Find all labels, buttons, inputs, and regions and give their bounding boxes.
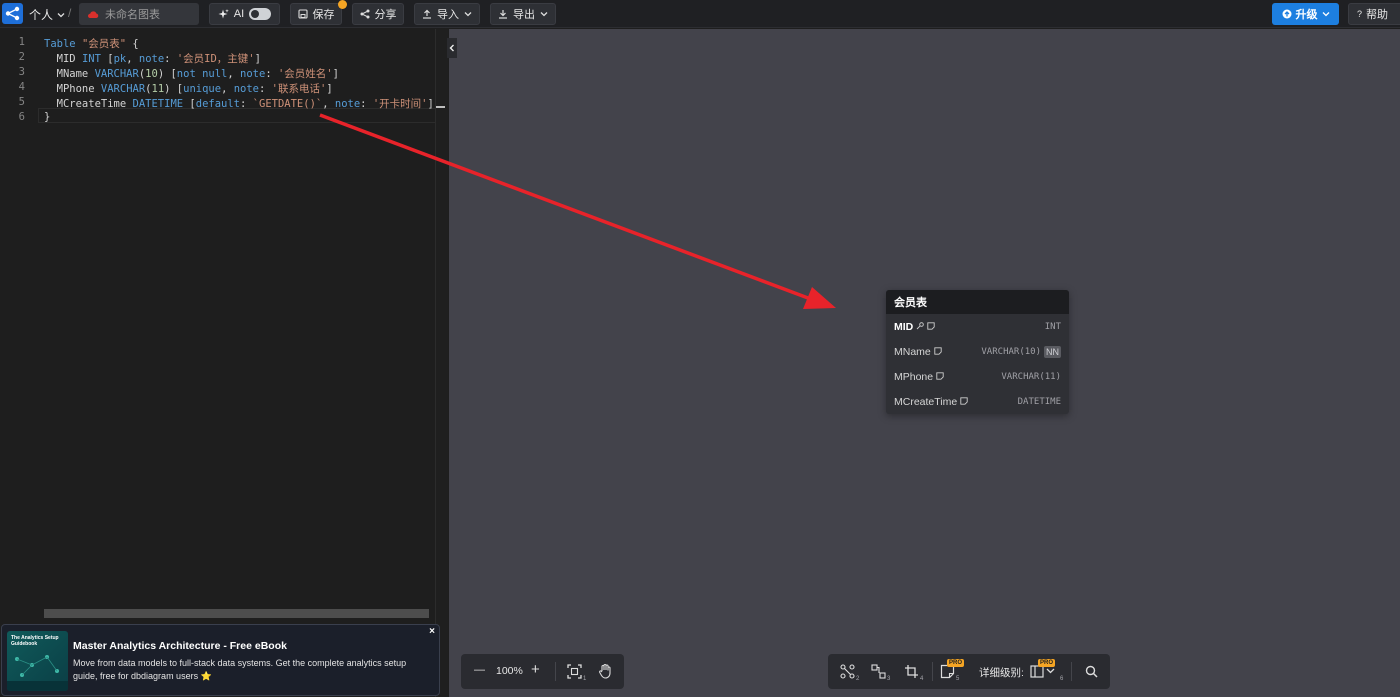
toolbar-separator <box>932 662 933 681</box>
shortcut-3: 3 <box>887 676 891 682</box>
table-field-row[interactable]: MName VARCHAR(10) NN <box>886 339 1069 364</box>
field-name-text: MName <box>894 345 931 358</box>
field-type: VARCHAR(11) <box>1001 372 1061 382</box>
field-name: MCreateTime <box>894 396 968 408</box>
zoom-level[interactable]: 100% <box>496 665 523 677</box>
pro-badge: PRO <box>947 659 965 667</box>
fit-view-icon[interactable] <box>567 664 582 679</box>
table-field-row[interactable]: MPhone VARCHAR(11) <box>886 364 1069 389</box>
field-name: MName <box>894 346 942 358</box>
promo-body: Move from data models to full-stack data… <box>73 658 407 681</box>
note-icon <box>936 371 944 383</box>
field-type: VARCHAR(10) NN <box>981 345 1061 358</box>
annotation-arrow <box>319 113 836 309</box>
table-field-row[interactable]: MCreateTime DATETIME <box>886 389 1069 414</box>
field-type: INT <box>1045 322 1061 332</box>
field-name: MPhone <box>894 371 944 383</box>
note-icon <box>927 321 935 333</box>
field-type-text: DATETIME <box>1017 396 1061 407</box>
diagram-tools-toolbar: 2 3 4 PRO 5 详细级别: PRO 6 <box>828 654 1110 689</box>
ebook-cover-image[interactable]: The Analytics Setup Guidebook <box>7 631 68 691</box>
ebook-cover-illustration <box>7 655 68 691</box>
ebook-cover-title: The Analytics Setup Guidebook <box>11 635 59 647</box>
crop-area-icon[interactable] <box>904 664 919 679</box>
field-type: DATETIME <box>1018 397 1061 407</box>
auto-arrange-icon[interactable] <box>840 664 855 679</box>
detail-level-label: 详细级别: <box>979 667 1024 679</box>
search-icon[interactable] <box>1085 665 1098 678</box>
zoom-toolbar: — 100% + 1 <box>461 654 624 689</box>
fit-view-shortcut: 1 <box>583 676 587 682</box>
field-type-text: VARCHAR(11) <box>1001 371 1061 382</box>
field-name-text: MPhone <box>894 370 934 383</box>
hand-pan-icon[interactable] <box>598 663 613 679</box>
not-null-badge: NN <box>1044 345 1061 358</box>
note-icon <box>960 396 968 408</box>
key-icon <box>916 321 924 333</box>
field-type-text: INT <box>1044 321 1061 332</box>
close-promo-button[interactable]: × <box>429 626 435 637</box>
toolbar-separator <box>1071 662 1072 681</box>
table-card-title[interactable]: 会员表 <box>886 290 1069 314</box>
field-type-text: VARCHAR(10) <box>981 346 1041 357</box>
shortcut-5: 5 <box>956 676 960 682</box>
note-icon <box>934 346 942 358</box>
field-name: MID <box>894 321 935 333</box>
shortcut-4: 4 <box>920 676 924 682</box>
field-name-text: MCreateTime <box>894 395 958 408</box>
promo-title[interactable]: Master Analytics Architecture - Free eBo… <box>73 640 287 652</box>
zoom-in-button[interactable]: + <box>531 661 540 678</box>
toolbar-separator <box>555 662 556 681</box>
table-field-row[interactable]: MID INT <box>886 314 1069 339</box>
field-name-text: MID <box>894 320 914 333</box>
relationship-icon[interactable] <box>871 664 886 679</box>
shortcut-2: 2 <box>856 676 860 682</box>
ebook-promo-banner[interactable]: The Analytics Setup Guidebook Master Ana… <box>1 624 440 696</box>
shortcut-6: 6 <box>1060 676 1064 682</box>
pro-badge: PRO <box>1038 659 1056 667</box>
zoom-out-button[interactable]: — <box>474 664 485 676</box>
table-card[interactable]: 会员表 MID INT MName VARCHAR(10) NN MPhone VARCHA… <box>886 290 1069 414</box>
